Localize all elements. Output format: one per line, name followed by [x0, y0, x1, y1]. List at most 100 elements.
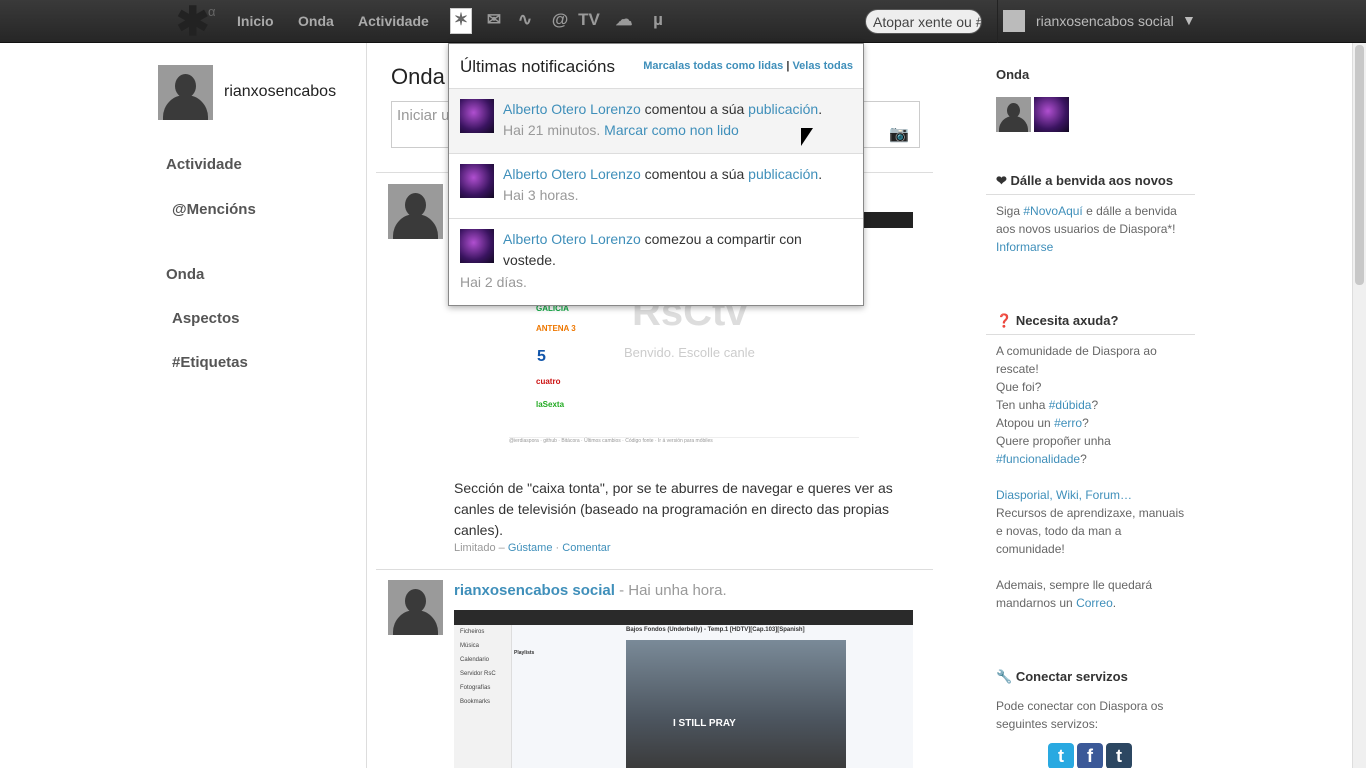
column-divider — [366, 43, 367, 768]
wrench-icon: 🔧 — [996, 669, 1013, 684]
resources-links[interactable]: Diasporial, Wiki, Forum… — [996, 488, 1132, 502]
sidebar-item-aspectos[interactable]: Aspectos — [172, 310, 240, 327]
help-line: Atopou un — [996, 416, 1051, 430]
notification-item[interactable]: Alberto Otero Lorenzo comezou a comparti… — [449, 218, 863, 305]
sidebar-item-mencions[interactable]: @Mencións — [172, 201, 256, 218]
nav-inicio[interactable]: Inicio — [237, 13, 274, 29]
notification-author[interactable]: Alberto Otero Lorenzo — [503, 166, 641, 182]
contact-avatar[interactable] — [1034, 97, 1069, 132]
feature-tag-link[interactable]: #funcionalidade — [996, 452, 1080, 466]
notifications-dropdown: Últimas notificacións Marcalas todas com… — [448, 43, 864, 306]
user-name: rianxosencabos social — [1036, 13, 1174, 29]
facebook-icon[interactable]: f — [1077, 743, 1103, 768]
post-2-time[interactable]: - Hai unha hora. — [619, 582, 727, 599]
mentions-icon[interactable]: @ — [549, 9, 571, 31]
activity-icon[interactable]: ∿ — [514, 9, 536, 31]
notification-target[interactable]: publicación — [748, 101, 818, 117]
camera-icon[interactable]: 📷 — [889, 124, 909, 144]
comment-link[interactable]: Comentar — [562, 542, 610, 554]
notification-author[interactable]: Alberto Otero Lorenzo — [503, 101, 641, 117]
mail-link[interactable]: Correo — [1076, 596, 1113, 610]
twitter-icon[interactable]: t — [1048, 743, 1074, 768]
connect-heading: 🔧 Conectar servizos — [986, 664, 1195, 690]
like-link[interactable]: Gústame — [508, 542, 553, 554]
page-scrollbar[interactable] — [1352, 43, 1366, 768]
welcome-text: Siga #NovoAquí e dálle a benvida aos nov… — [996, 202, 1191, 256]
chevron-down-icon: ▼ — [1182, 12, 1196, 28]
post-2-avatar[interactable] — [388, 580, 443, 635]
tumblr-icon[interactable]: t — [1106, 743, 1132, 768]
notification-target[interactable]: publicación — [748, 166, 818, 182]
image-sidebar-item: Música — [460, 643, 480, 649]
profile-avatar[interactable] — [158, 65, 213, 120]
video-frame: I STILL PRAY — [626, 640, 846, 768]
notification-item[interactable]: Alberto Otero Lorenzo comentou a súa pub… — [449, 153, 863, 218]
search-input[interactable]: Atopar xente ou # — [865, 9, 982, 34]
question-icon: ❓ — [996, 313, 1013, 328]
cloud-icon[interactable]: ☁ — [613, 9, 635, 31]
notification-body: Alberto Otero Lorenzo comentou a súa pub… — [503, 164, 853, 206]
user-menu[interactable]: rianxosencabos social ▼ — [997, 0, 1198, 43]
alpha-badge: α — [208, 4, 216, 19]
help-line: A comunidade de Diaspora ao rescate! — [996, 344, 1157, 376]
notification-period: . — [818, 166, 823, 182]
contact-avatar[interactable] — [996, 97, 1031, 132]
profile-name[interactable]: rianxosencabos — [224, 83, 336, 101]
sidebar-item-onda[interactable]: Onda — [166, 266, 204, 283]
notification-time: Hai 21 minutos. — [503, 122, 601, 138]
publisher-placeholder: Iniciar u — [397, 107, 450, 124]
onda-heading: Onda — [996, 67, 1030, 82]
post-2-image[interactable]: Ficheiros Música Calendario Servidor RsC… — [454, 610, 913, 768]
page-title: Onda — [391, 64, 445, 89]
bug-tag-link[interactable]: #erro — [1054, 416, 1082, 430]
help-line: . — [1112, 596, 1117, 610]
mark-all-read-link[interactable]: Marcalas todas como lidas — [643, 60, 783, 72]
image-sidebar: Ficheiros Música Calendario Servidor RsC… — [454, 625, 512, 768]
image-topbar — [454, 610, 913, 625]
doubt-tag-link[interactable]: #dúbida — [1049, 398, 1092, 412]
notification-author[interactable]: Alberto Otero Lorenzo — [503, 231, 641, 247]
connect-text: Pode conectar con Diaspora os seguintes … — [996, 699, 1164, 731]
post-1-meta: Limitado – Gústame · Comentar — [454, 542, 611, 554]
help-text: A comunidade de Diaspora ao rescate! Que… — [996, 342, 1191, 612]
video-title: Bajos Fondos (Underbelly) - Temp.1 [HDTV… — [626, 627, 805, 633]
notification-action: comentou a súa — [644, 101, 745, 117]
mark-unread-link[interactable]: Marcar como non lido — [604, 122, 739, 138]
sidebar-item-actividade[interactable]: Actividade — [166, 156, 242, 173]
image-sidebar-item: Ficheiros — [460, 629, 485, 635]
nav-actividade[interactable]: Actividade — [358, 13, 429, 29]
post-2-header: rianxosencabos social - Hai unha hora. — [454, 582, 727, 599]
newhere-tag-link[interactable]: #NovoAquí — [1023, 204, 1082, 218]
connect-title: Conectar servizos — [1015, 669, 1128, 684]
post-1-text: Sección de "caixa tonta", por se te abur… — [454, 480, 893, 538]
scrollbar-thumb[interactable] — [1355, 45, 1364, 285]
channel-logo-antena3: ANTENA 3 — [536, 324, 576, 333]
image-sidebar-item: Servidor RsC — [460, 671, 496, 677]
notification-avatar[interactable] — [460, 164, 494, 198]
notifications-title: Últimas notificacións — [460, 57, 615, 76]
image-sidebar-item: Calendario — [460, 657, 490, 663]
post-1-avatar[interactable] — [388, 184, 443, 239]
help-line: ? — [1080, 452, 1087, 466]
mail-icon[interactable]: ✉ — [483, 9, 505, 31]
diaspora-logo[interactable]: ✱ — [176, 2, 210, 42]
channel-logo-lasexta: laSexta — [536, 400, 565, 409]
mu-icon[interactable]: µ — [647, 9, 669, 31]
help-line: Quere propoñer unha — [996, 434, 1111, 448]
notification-period: . — [818, 101, 823, 117]
notifications-icon[interactable]: ✶ — [450, 8, 472, 34]
notification-body: Alberto Otero Lorenzo comezou a comparti… — [503, 229, 853, 271]
notification-avatar[interactable] — [460, 99, 494, 133]
playlist-heading: Playlists — [514, 650, 535, 656]
sidebar-item-etiquetas[interactable]: #Etiquetas — [172, 354, 248, 371]
help-line: Ten unha — [996, 398, 1046, 412]
image-playlist: Playlists — [514, 628, 619, 768]
post-2-author[interactable]: rianxosencabos social — [454, 582, 615, 599]
see-all-link[interactable]: Velas todas — [792, 60, 853, 72]
notification-avatar[interactable] — [460, 229, 494, 263]
actions-separator: | — [786, 60, 790, 72]
nav-onda[interactable]: Onda — [298, 13, 334, 29]
notifications-actions: Marcalas todas como lidas | Velas todas — [643, 60, 853, 72]
tv-icon[interactable]: TV — [576, 9, 602, 31]
learn-more-link[interactable]: Informarse — [996, 240, 1053, 254]
